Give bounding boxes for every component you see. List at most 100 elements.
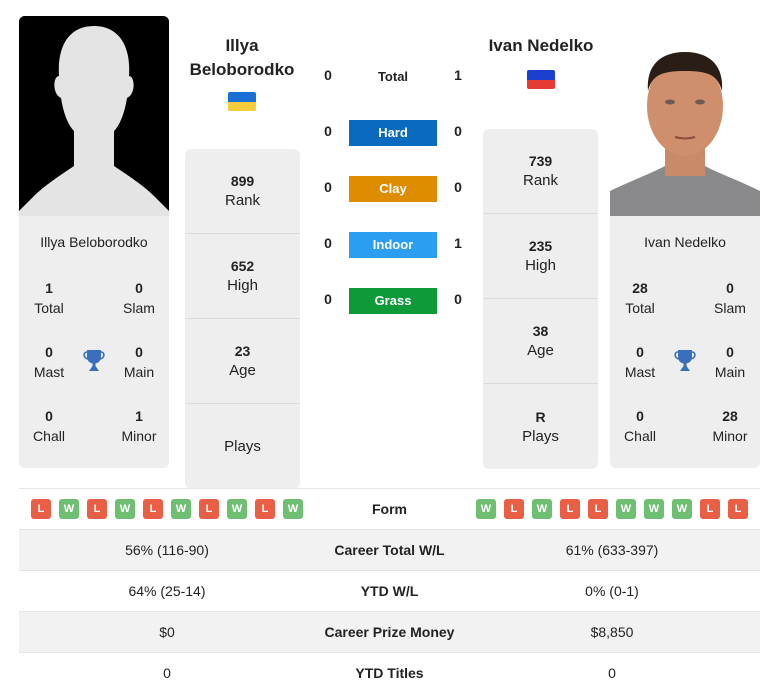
player1-name-header[interactable]: Illya Beloborodko bbox=[180, 34, 304, 82]
titles-chall: 0 Chall bbox=[19, 406, 79, 446]
player2-stats: 739 Rank 235 High 38 Age R Plays bbox=[483, 129, 598, 469]
plays-label: Plays bbox=[224, 437, 261, 455]
trophy-icon bbox=[81, 348, 107, 374]
form-loss-badge[interactable]: L bbox=[504, 499, 524, 519]
player1-rank: 899 Rank bbox=[185, 149, 300, 234]
titles-minor-value: 28 bbox=[722, 408, 738, 424]
ytd-wl-label: YTD W/L bbox=[360, 583, 419, 599]
player1-card: Illya Beloborodko 1 Total 0 Slam 0 Mast … bbox=[19, 16, 169, 468]
plays-label: Plays bbox=[522, 427, 559, 445]
surface-hard-badge[interactable]: Hard bbox=[349, 120, 437, 146]
prize-money-p1: $0 bbox=[159, 624, 175, 640]
form-win-badge[interactable]: W bbox=[59, 499, 79, 519]
h2h-total-label: Total bbox=[377, 69, 409, 84]
h2h-grass-p2: 0 bbox=[454, 291, 462, 307]
titles-mast-label: Mast bbox=[624, 364, 656, 380]
titles-minor-label: Minor bbox=[121, 428, 157, 444]
rank-value: 899 bbox=[230, 173, 255, 189]
silhouette-icon bbox=[19, 16, 169, 216]
player1-card-name: Illya Beloborodko bbox=[40, 234, 148, 250]
player2-name-header[interactable]: Ivan Nedelko bbox=[476, 34, 606, 58]
player2-form: WLWLLWWWLL bbox=[464, 499, 760, 519]
high-label: High bbox=[227, 277, 258, 294]
player1-plays: Plays bbox=[185, 404, 300, 489]
player1-name-line2: Beloborodko bbox=[189, 60, 295, 79]
form-loss-badge[interactable]: L bbox=[728, 499, 748, 519]
titles-slam-label: Slam bbox=[714, 300, 746, 316]
ytd-titles-p2: 0 bbox=[608, 665, 616, 681]
form-win-badge[interactable]: W bbox=[476, 499, 496, 519]
form-loss-badge[interactable]: L bbox=[588, 499, 608, 519]
form-win-badge[interactable]: W bbox=[644, 499, 664, 519]
comparison-table: LWLWLWLWLW Form WLWLLWWWLL 56% (116-90) … bbox=[19, 488, 760, 693]
form-loss-badge[interactable]: L bbox=[255, 499, 275, 519]
age-value: 38 bbox=[532, 323, 549, 339]
ytd-wl-p2: 0% (0-1) bbox=[585, 583, 639, 599]
form-label: Form bbox=[372, 501, 407, 517]
form-loss-badge[interactable]: L bbox=[143, 499, 163, 519]
table-row: 0 YTD Titles 0 bbox=[19, 652, 760, 693]
player1-photo[interactable] bbox=[19, 16, 169, 216]
career-wl-p2: 61% (633-397) bbox=[565, 542, 659, 558]
player1-high: 652 High bbox=[185, 234, 300, 319]
age-label: Age bbox=[527, 342, 554, 359]
rank-value: 739 bbox=[528, 153, 553, 169]
titles-main-label: Main bbox=[123, 364, 155, 380]
titles-total-value: 28 bbox=[632, 280, 648, 296]
form-win-badge[interactable]: W bbox=[171, 499, 191, 519]
h2h-hard-p1: 0 bbox=[324, 123, 332, 139]
titles-total-value: 1 bbox=[45, 280, 53, 296]
prize-money-label: Career Prize Money bbox=[324, 624, 455, 640]
career-wl-p1: 56% (116-90) bbox=[125, 542, 209, 558]
high-value: 235 bbox=[528, 238, 553, 254]
titles-mast-value: 0 bbox=[45, 344, 53, 360]
titles-main-value: 0 bbox=[135, 344, 143, 360]
player2-photo[interactable] bbox=[610, 16, 760, 216]
surface-indoor-badge[interactable]: Indoor bbox=[349, 232, 437, 258]
titles-main-label: Main bbox=[714, 364, 746, 380]
titles-mast-value: 0 bbox=[636, 344, 644, 360]
form-loss-badge[interactable]: L bbox=[199, 499, 219, 519]
h2h-indoor-p1: 0 bbox=[324, 235, 332, 251]
ytd-wl-p1: 64% (25-14) bbox=[128, 583, 206, 599]
titles-main: 0 Main bbox=[109, 342, 169, 382]
titles-chall-value: 0 bbox=[636, 408, 644, 424]
form-win-badge[interactable]: W bbox=[616, 499, 636, 519]
player1-form: LWLWLWLWLW bbox=[19, 499, 315, 519]
surface-grass-badge[interactable]: Grass bbox=[349, 288, 437, 314]
form-win-badge[interactable]: W bbox=[227, 499, 247, 519]
titles-main: 0 Main bbox=[700, 342, 760, 382]
form-win-badge[interactable]: W bbox=[115, 499, 135, 519]
trophy-icon bbox=[672, 348, 698, 374]
h2h-total-p2: 1 bbox=[454, 67, 462, 83]
titles-minor: 1 Minor bbox=[109, 406, 169, 446]
form-loss-badge[interactable]: L bbox=[700, 499, 720, 519]
age-label: Age bbox=[229, 362, 256, 379]
form-loss-badge[interactable]: L bbox=[87, 499, 107, 519]
player-headshot-icon bbox=[610, 16, 760, 216]
form-win-badge[interactable]: W bbox=[672, 499, 692, 519]
h2h-clay-p1: 0 bbox=[324, 179, 332, 195]
h2h-grass-p1: 0 bbox=[324, 291, 332, 307]
h2h-total-p1: 0 bbox=[324, 67, 332, 83]
titles-mast: 0 Mast bbox=[610, 342, 670, 382]
career-wl-label: Career Total W/L bbox=[334, 542, 445, 558]
titles-minor-value: 1 bbox=[135, 408, 143, 424]
titles-slam: 0 Slam bbox=[700, 278, 760, 318]
surface-clay-badge[interactable]: Clay bbox=[349, 176, 437, 202]
form-loss-badge[interactable]: L bbox=[560, 499, 580, 519]
form-win-badge[interactable]: W bbox=[532, 499, 552, 519]
form-row: LWLWLWLWLW Form WLWLLWWWLL bbox=[19, 488, 760, 529]
high-label: High bbox=[525, 257, 556, 274]
player1-stats: 899 Rank 652 High 23 Age Plays bbox=[185, 149, 300, 489]
h2h-clay-p2: 0 bbox=[454, 179, 462, 195]
titles-mast: 0 Mast bbox=[19, 342, 79, 382]
table-row: $0 Career Prize Money $8,850 bbox=[19, 611, 760, 652]
titles-slam-value: 0 bbox=[135, 280, 143, 296]
form-win-badge[interactable]: W bbox=[283, 499, 303, 519]
form-loss-badge[interactable]: L bbox=[31, 499, 51, 519]
titles-slam: 0 Slam bbox=[109, 278, 169, 318]
titles-total: 1 Total bbox=[19, 278, 79, 318]
player2-card-name: Ivan Nedelko bbox=[644, 234, 726, 250]
player1-name-line1: Illya bbox=[225, 36, 259, 55]
